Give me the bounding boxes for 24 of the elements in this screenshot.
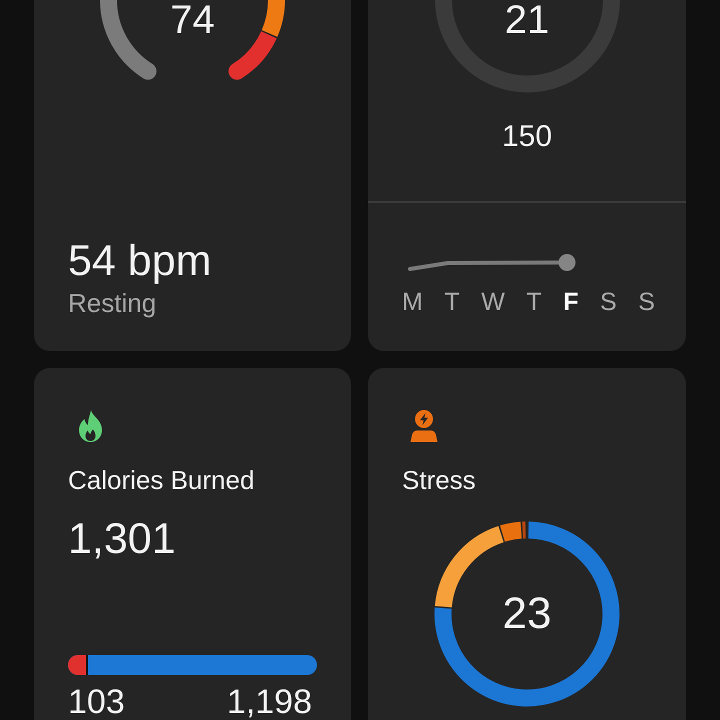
goal-value: 150 [502, 118, 552, 154]
card-title: Calories Burned [68, 465, 254, 496]
weekday-label[interactable]: S [600, 286, 617, 316]
gauge-value: 74 [170, 0, 215, 40]
resting-label: Resting [68, 288, 156, 319]
weekly-progress-card[interactable]: 21 150 M T W T F S S [368, 0, 686, 351]
resting-heart-rate: 54 bpm [68, 238, 212, 285]
calories-value: 1,301 [68, 516, 176, 564]
weekday-label[interactable]: T [444, 286, 460, 316]
weekday-label[interactable]: M [402, 286, 423, 316]
flame-icon [78, 410, 103, 442]
card-title: Stress [402, 465, 476, 496]
person-bolt-icon [410, 410, 438, 442]
stress-card[interactable]: Stress 23 [368, 368, 686, 720]
heart-rate-card[interactable]: 74 54 bpm Resting [34, 0, 351, 351]
ring-value: 21 [504, 0, 550, 40]
weekday-label[interactable]: F [563, 286, 578, 316]
weekday-label[interactable]: S [638, 286, 655, 316]
weekday-label[interactable]: T [526, 286, 542, 316]
calorie-count: 103 [68, 685, 125, 720]
weekday-label[interactable]: W [481, 286, 505, 316]
stress-value: 23 [502, 590, 552, 638]
calorie-count: 1,198 [226, 685, 312, 720]
calories-card[interactable]: Calories Burned 1,301 103 1,198 [34, 368, 351, 720]
